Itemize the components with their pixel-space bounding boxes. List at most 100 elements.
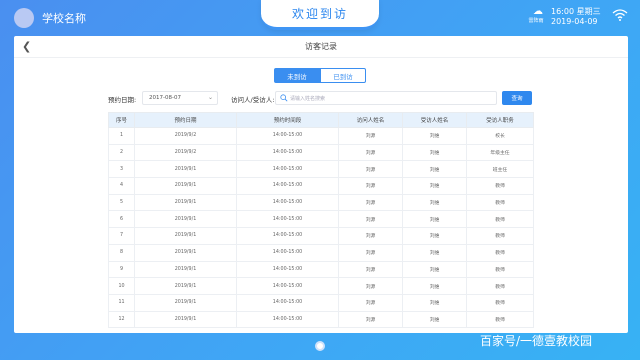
cell-time: 14:00-15:00 — [236, 227, 339, 245]
date-select[interactable]: 2017-08-07 ⌄ — [142, 91, 218, 105]
cell-visitor: 刘源 — [338, 160, 403, 179]
visitor-table: 序号 预约日期 预约时间段 访问人姓名 受访人姓名 受访人职务 1 2019/9/… — [108, 112, 534, 329]
cell-host: 刘维 — [402, 243, 467, 262]
cell-host: 刘维 — [402, 310, 467, 329]
tab-visited[interactable]: 已到访 — [320, 68, 366, 83]
cell-date: 2019/9/1 — [134, 260, 237, 279]
cell-time: 14:00-15:00 — [236, 143, 339, 162]
cell-index: 5 — [108, 193, 135, 212]
table-row[interactable]: 10 2019/9/1 14:00-15:00 刘源 刘维 教师 — [108, 277, 534, 295]
date-filter-label: 预约日期: — [108, 96, 137, 104]
cell-host: 刘维 — [402, 127, 467, 145]
cell-date: 2019/9/1 — [134, 160, 237, 179]
cell-time: 14:00-15:00 — [236, 210, 339, 229]
cell-time: 14:00-15:00 — [236, 127, 339, 145]
cell-date: 2019/9/2 — [134, 127, 237, 145]
datetime: 16:00 星期三 2019-04-09 — [551, 7, 601, 27]
cell-index: 3 — [108, 160, 135, 179]
clock-time: 16:00 — [551, 7, 575, 16]
cell-position: 教师 — [466, 293, 534, 312]
col-header-position: 受访人职务 — [466, 112, 534, 128]
cell-date: 2019/9/1 — [134, 243, 237, 262]
chevron-down-icon: ⌄ — [207, 94, 213, 101]
cell-date: 2019/9/1 — [134, 210, 237, 229]
wifi-icon — [612, 9, 628, 21]
table-row[interactable]: 8 2019/9/1 14:00-15:00 刘源 刘维 教师 — [108, 243, 534, 262]
table-row[interactable]: 9 2019/9/1 14:00-15:00 刘源 刘维 教师 — [108, 260, 534, 279]
cloud-rain-icon: ☁ — [533, 6, 543, 17]
cell-date: 2019/9/1 — [134, 177, 237, 195]
cell-time: 14:00-15:00 — [236, 277, 339, 295]
col-header-date: 预约日期 — [134, 112, 237, 128]
table-row[interactable]: 1 2019/9/2 14:00-15:00 刘源 刘维 校长 — [108, 127, 534, 145]
cell-host: 刘维 — [402, 227, 467, 245]
cell-date: 2019/9/1 — [134, 293, 237, 312]
cell-date: 2019/9/1 — [134, 277, 237, 295]
cell-time: 14:00-15:00 — [236, 160, 339, 179]
weather-label: 雷阵雨 — [528, 18, 544, 24]
cell-index: 7 — [108, 227, 135, 245]
cell-visitor: 刘源 — [338, 310, 403, 329]
cell-position: 教师 — [466, 210, 534, 229]
cell-visitor: 刘源 — [338, 193, 403, 212]
panel-header: ❮ 访客记录 — [14, 36, 628, 58]
cell-position: 年级主任 — [466, 143, 534, 162]
cell-index: 4 — [108, 177, 135, 195]
table-row[interactable]: 6 2019/9/1 14:00-15:00 刘源 刘维 教师 — [108, 210, 534, 229]
watermark: 百家号/一德壹教校园 — [480, 334, 593, 348]
table-row[interactable]: 7 2019/9/1 14:00-15:00 刘源 刘维 教师 — [108, 227, 534, 245]
filter-bar: 预约日期: 2017-08-07 ⌄ 访问人/受访人: 查询 — [108, 91, 532, 107]
cell-position: 教师 — [466, 260, 534, 279]
cell-visitor: 刘源 — [338, 177, 403, 195]
cell-date: 2019/9/1 — [134, 227, 237, 245]
school-logo — [14, 8, 34, 28]
table-row[interactable]: 2 2019/9/2 14:00-15:00 刘源 刘维 年级主任 — [108, 143, 534, 162]
cell-host: 刘维 — [402, 177, 467, 195]
cell-time: 14:00-15:00 — [236, 310, 339, 329]
cell-time: 14:00-15:00 — [236, 177, 339, 195]
cell-host: 刘维 — [402, 293, 467, 312]
search-box[interactable] — [275, 91, 497, 105]
cell-host: 刘维 — [402, 143, 467, 162]
date: 2019-04-09 — [551, 17, 598, 26]
cell-index: 2 — [108, 143, 135, 162]
top-bar: 学校名称 欢迎到访 ☁ 雷阵雨 16:00 星期三 2019-04-09 — [0, 0, 640, 38]
cell-time: 14:00-15:00 — [236, 260, 339, 279]
cell-host: 刘维 — [402, 210, 467, 229]
cell-index: 10 — [108, 277, 135, 295]
weather-widget: ☁ 雷阵雨 — [528, 6, 547, 25]
cell-date: 2019/9/1 — [134, 310, 237, 329]
weekday: 星期三 — [576, 7, 601, 16]
table-row[interactable]: 4 2019/9/1 14:00-15:00 刘源 刘维 教师 — [108, 177, 534, 195]
cell-position: 校长 — [466, 127, 534, 145]
table-body: 1 2019/9/2 14:00-15:00 刘源 刘维 校长 2 2019/9/2 14:00… — [108, 127, 534, 329]
cell-index: 11 — [108, 293, 135, 312]
col-header-time: 预约时间段 — [236, 112, 339, 128]
cell-index: 8 — [108, 243, 135, 262]
query-button[interactable]: 查询 — [502, 91, 532, 105]
visitor-records-panel: ❮ 访客记录 未到访 已到访 预约日期: 2017-08-07 ⌄ 访问人/受访… — [14, 36, 628, 333]
cell-visitor: 刘源 — [338, 143, 403, 162]
cell-time: 14:00-15:00 — [236, 293, 339, 312]
school-name: 学校名称 — [42, 12, 86, 25]
table-row[interactable]: 3 2019/9/1 14:00-15:00 刘源 刘维 班主任 — [108, 160, 534, 179]
cell-position: 教师 — [466, 177, 534, 195]
cell-time: 14:00-15:00 — [236, 243, 339, 262]
cell-time: 14:00-15:00 — [236, 193, 339, 212]
table-row[interactable]: 11 2019/9/1 14:00-15:00 刘源 刘维 教师 — [108, 293, 534, 312]
welcome-title-tab: 欢迎到访 — [261, 0, 379, 30]
table-row[interactable]: 12 2019/9/1 14:00-15:00 刘源 刘维 教师 — [108, 310, 534, 329]
search-icon — [280, 94, 288, 102]
cell-host: 刘维 — [402, 160, 467, 179]
cell-date: 2019/9/1 — [134, 193, 237, 212]
cell-visitor: 刘源 — [338, 260, 403, 279]
home-button[interactable] — [315, 341, 325, 351]
cell-host: 刘维 — [402, 260, 467, 279]
cell-visitor: 刘源 — [338, 227, 403, 245]
table-row[interactable]: 5 2019/9/1 14:00-15:00 刘源 刘维 教师 — [108, 193, 534, 212]
cell-visitor: 刘源 — [338, 127, 403, 145]
cell-visitor: 刘源 — [338, 293, 403, 312]
visitor-filter-label: 访问人/受访人: — [231, 96, 275, 104]
search-input[interactable] — [290, 93, 490, 104]
tab-not-visited[interactable]: 未到访 — [274, 68, 320, 83]
